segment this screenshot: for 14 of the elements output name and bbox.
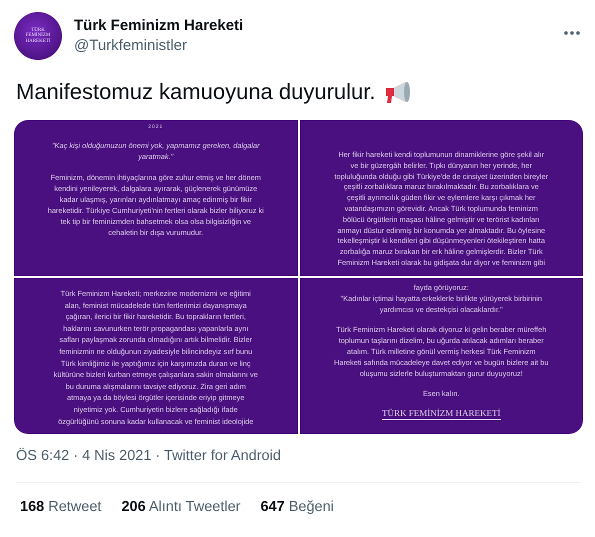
author-handle[interactable]: @Turkfeministler: [74, 36, 551, 56]
manifesto-image[interactable]: [14, 120, 298, 276]
tweet-timestamp[interactable]: ÖS 6:42 · 4 Nis 2021 · Twitter for Android: [0, 434, 595, 466]
stat-link[interactable]: 647 Beğeni: [260, 499, 334, 515]
stat-link[interactable]: 168 Retweet: [20, 499, 102, 515]
stat-link[interactable]: 206 Alıntı Tweetler: [121, 499, 240, 515]
manifesto-image[interactable]: [300, 120, 583, 276]
signature-text: TÜRK FEMİNİZM HAREKETİ: [382, 408, 500, 420]
manifesto-image[interactable]: [300, 278, 583, 434]
more-icon[interactable]: [563, 30, 581, 36]
tweet-text: Manifestomuz kamuoyuna duyurulur.: [16, 78, 376, 106]
megaphone-icon: [384, 80, 412, 104]
manifesto-image[interactable]: [14, 278, 298, 434]
author-name[interactable]: Türk Feminizm Hareketi: [74, 16, 551, 36]
